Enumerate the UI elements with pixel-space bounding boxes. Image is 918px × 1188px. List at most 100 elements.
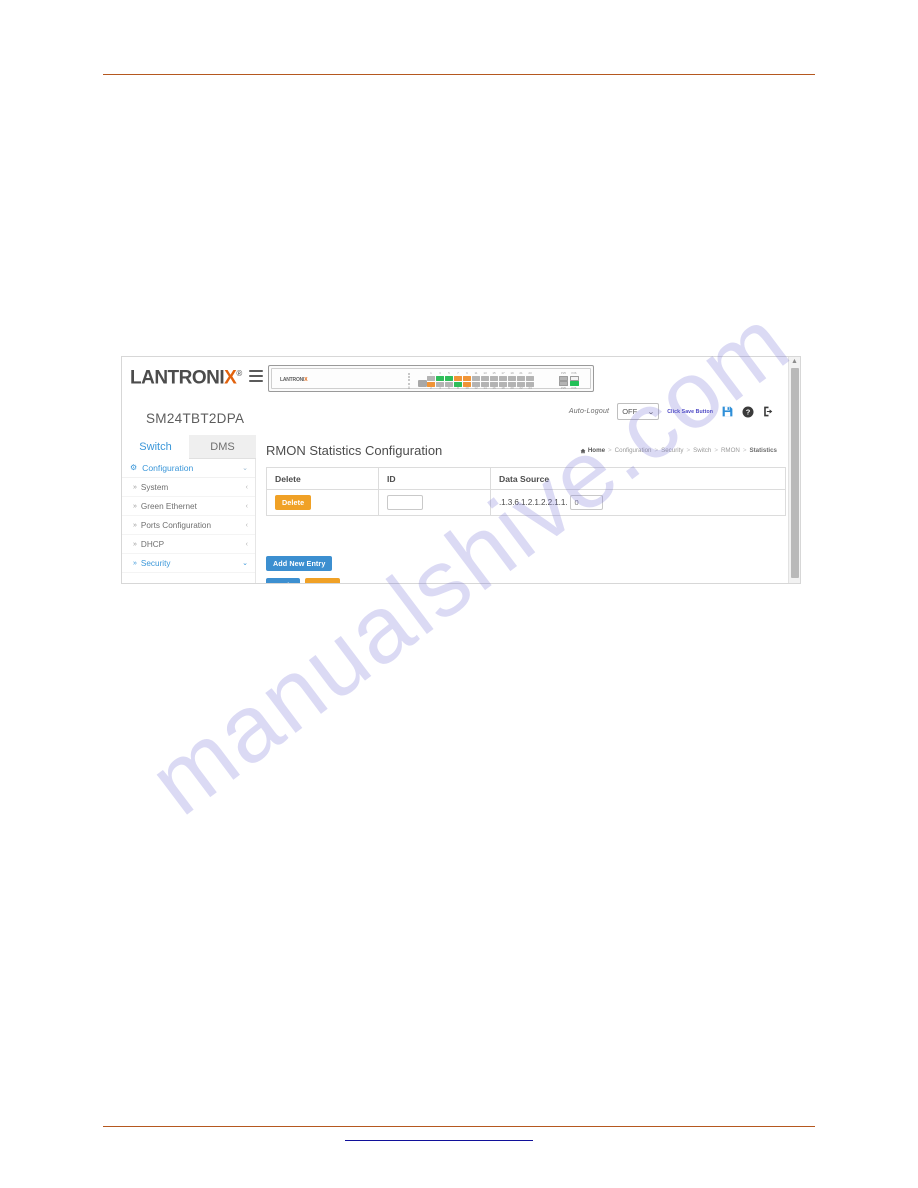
status-led: [408, 373, 410, 375]
port-number-label: 14: [483, 385, 487, 390]
port-number-label: 7: [457, 371, 459, 375]
save-icon[interactable]: [721, 405, 734, 418]
id-input[interactable]: [387, 495, 423, 510]
chevron-collapsed-icon: ‹: [245, 540, 248, 548]
port-pair[interactable]: 23 24: [526, 371, 534, 390]
switch-web-ui: LANTRONIX® LANTRONIX 0 1 2 3 4 5 6 7 8 9…: [122, 357, 787, 583]
port-pair[interactable]: 19 20: [508, 371, 516, 390]
port-pair[interactable]: 15 16: [490, 371, 498, 390]
table-body: Delete .1.3.6.1.2.1.2.2.1.1.: [266, 489, 786, 516]
device-panel-inner: LANTRONIX 0 1 2 3 4 5 6 7 8 9 10 11 12 13 14 15 16 17 18 1…: [271, 368, 591, 391]
breadcrumb-configuration[interactable]: Configuration: [615, 447, 652, 454]
breadcrumb-security[interactable]: Security: [661, 447, 683, 454]
port-number-label: 12: [474, 385, 478, 390]
breadcrumb-home[interactable]: Home: [580, 447, 605, 454]
sfp-slot[interactable]: [569, 375, 579, 381]
rj45-port[interactable]: [463, 375, 471, 381]
breadcrumb-switch[interactable]: Switch: [693, 447, 711, 454]
port-pair[interactable]: 78: [454, 371, 462, 390]
port-pair[interactable]: 21 22: [517, 371, 525, 390]
sidebar-item-label: Security: [140, 558, 171, 568]
tab-switch[interactable]: Switch: [122, 435, 189, 459]
rj45-port[interactable]: [427, 375, 435, 381]
sidebar-item-label: Configuration: [142, 463, 194, 473]
apply-button[interactable]: Apply: [266, 578, 301, 583]
utility-toolbar: Auto-Logout OFF ⌄ Click Save Button ?: [569, 403, 775, 420]
breadcrumb-rmon[interactable]: RMON: [721, 447, 740, 454]
sidebar-item-security[interactable]: » Security ⌄: [122, 554, 255, 573]
chevron-right-icon: »: [133, 559, 137, 567]
delete-button[interactable]: Delete: [275, 495, 312, 510]
port-pair[interactable]: 13 14: [481, 371, 489, 390]
breadcrumb-separator: >: [654, 447, 659, 454]
chevron-right-icon: »: [133, 502, 137, 510]
port-number-label: 9: [466, 371, 468, 375]
sidebar: ⚙ Configuration ⌄ » System ‹ » Green Eth…: [122, 459, 256, 583]
cell-delete: Delete: [266, 489, 379, 516]
port-pair[interactable]: 56: [445, 371, 453, 390]
vertical-scrollbar[interactable]: ▲: [788, 357, 800, 583]
save-hint-text: Click Save Button: [667, 408, 713, 415]
rj45-port[interactable]: [472, 375, 480, 381]
chevron-collapsed-icon: ‹: [245, 521, 248, 529]
menu-toggle-icon[interactable]: [248, 369, 263, 382]
rj45-port[interactable]: [481, 375, 489, 381]
port-number-label: 10: [465, 385, 469, 390]
rj45-port[interactable]: [526, 375, 534, 381]
breadcrumb-home-label: Home: [587, 447, 606, 454]
sfp-port-pair[interactable]: P26 P26: [569, 371, 579, 391]
port-pair[interactable]: 11 12: [472, 371, 480, 390]
help-icon[interactable]: ?: [742, 406, 754, 418]
logout-icon[interactable]: [762, 405, 775, 418]
port-number-label: 8: [457, 385, 459, 390]
status-led: [408, 379, 410, 382]
port-pair[interactable]: 12: [427, 371, 435, 390]
sfp-label: P25: [561, 385, 566, 390]
port-number-label: 11: [474, 371, 478, 375]
sfp-slot[interactable]: [559, 375, 568, 381]
sidebar-item-system[interactable]: » System ‹: [122, 478, 255, 497]
port-pair[interactable]: 34: [436, 371, 444, 390]
rj45-port[interactable]: [454, 375, 462, 381]
port-pair[interactable]: 9 10: [463, 371, 471, 390]
port-number-label: 3: [439, 371, 441, 375]
action-bar: Add New Entry Apply Reset: [266, 553, 340, 583]
content-area: RMON Statistics Configuration Home > Con…: [256, 435, 787, 583]
rmon-statistics-table: Delete ID Data Source Delete .1.3.6.1.2.…: [266, 467, 786, 516]
port-number-label: 1: [430, 371, 432, 375]
device-status-leds: 0: [408, 373, 415, 390]
sidebar-item-configuration[interactable]: ⚙ Configuration ⌄: [122, 459, 255, 478]
rj45-port[interactable]: [508, 375, 516, 381]
rj45-port[interactable]: [445, 375, 453, 381]
column-header-delete: Delete: [266, 467, 379, 490]
add-new-entry-button[interactable]: Add New Entry: [266, 556, 333, 571]
hamburger-bar: [248, 379, 263, 382]
primary-tabs: Switch DMS: [122, 435, 256, 459]
rj45-port[interactable]: [490, 375, 498, 381]
column-header-id: ID: [378, 467, 491, 490]
port-group: 1 2 3 4 5 6 7 8 9 10 11 12: [427, 371, 480, 390]
table-header: Delete ID Data Source: [266, 467, 786, 490]
port-number-label: 15: [492, 371, 496, 375]
scrollbar-thumb[interactable]: [791, 368, 799, 578]
sidebar-item-ports-configuration[interactable]: » Ports Configuration ‹: [122, 516, 255, 535]
rj45-port[interactable]: [436, 375, 444, 381]
hamburger-bar: [248, 374, 263, 377]
rj45-port[interactable]: [499, 375, 507, 381]
sidebar-item-dhcp[interactable]: » DHCP ‹: [122, 535, 255, 554]
sidebar-item-green-ethernet[interactable]: » Green Ethernet ‹: [122, 497, 255, 516]
reset-button[interactable]: Reset: [305, 578, 340, 583]
data-source-index-input[interactable]: [570, 495, 604, 510]
breadcrumb-separator: >: [608, 447, 612, 454]
scroll-up-arrow-icon[interactable]: ▲: [789, 358, 800, 366]
brand-area: LANTRONIX®: [130, 364, 263, 387]
auto-logout-select[interactable]: OFF ⌄: [617, 403, 660, 420]
rj45-port[interactable]: [517, 375, 525, 381]
port-pair[interactable]: 17 18: [499, 371, 507, 390]
device-front-panel-graphic[interactable]: LANTRONIX 0 1 2 3 4 5 6 7 8 9 10 11 12 13 14 15 16 17 18 1…: [268, 365, 594, 392]
tab-dms[interactable]: DMS: [189, 435, 256, 459]
data-source-group: .1.3.6.1.2.1.2.2.1.1.: [499, 495, 777, 510]
home-icon: [580, 448, 586, 453]
footer-link-underline: [345, 1140, 533, 1141]
sfp-port-pair[interactable]: P25 P25: [559, 371, 568, 391]
